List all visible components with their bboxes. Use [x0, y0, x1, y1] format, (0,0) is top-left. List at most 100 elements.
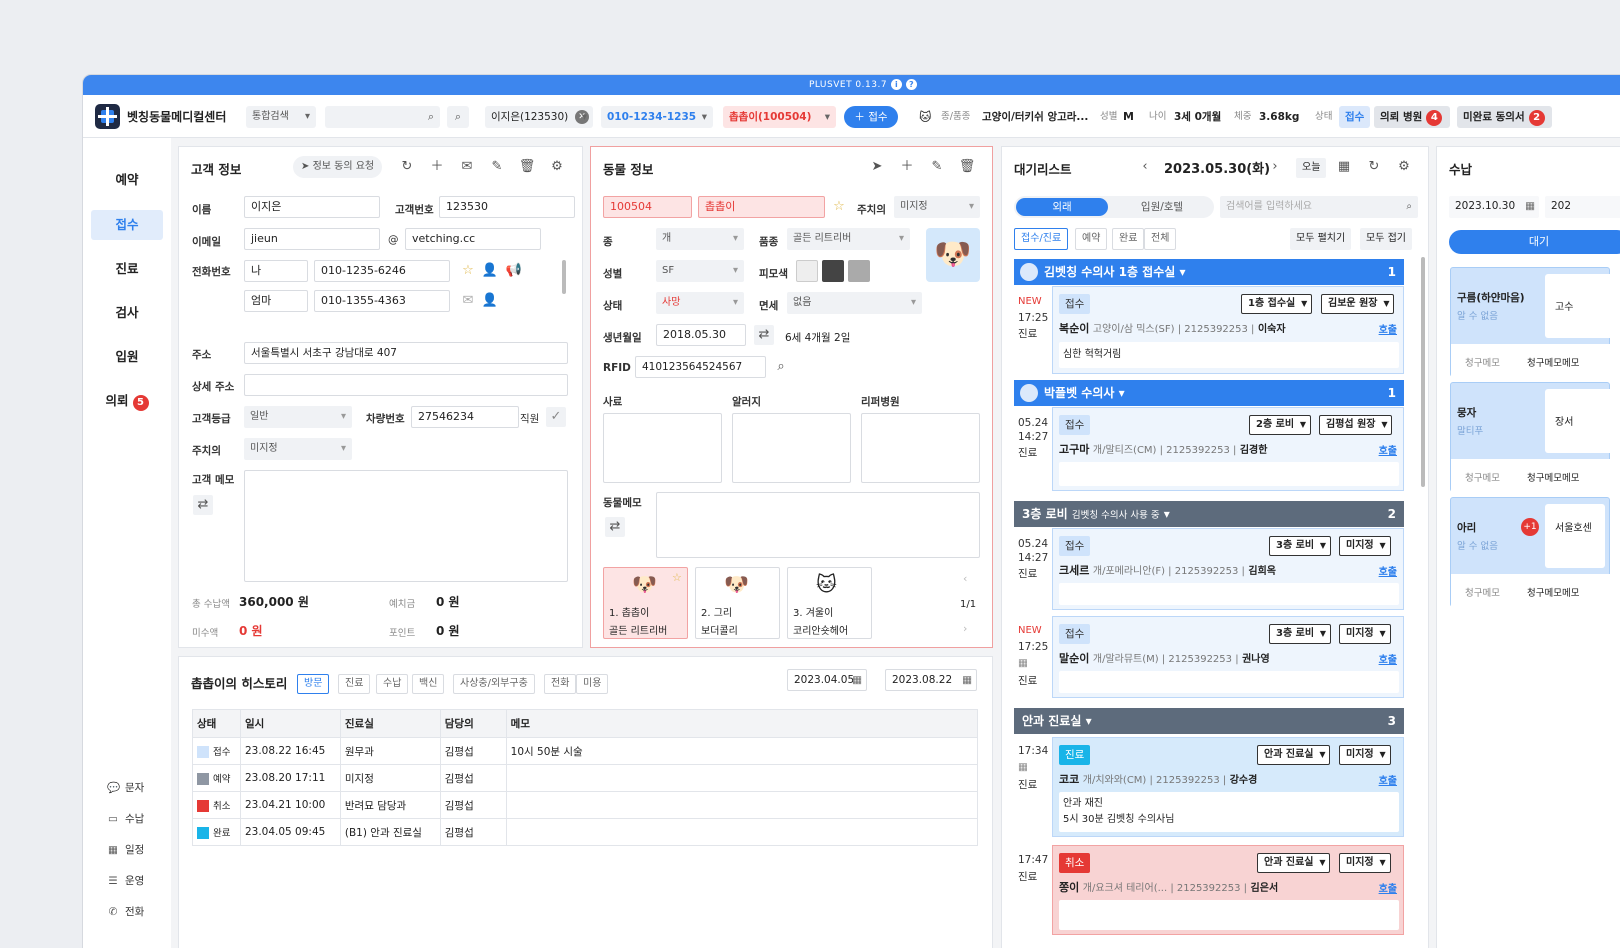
group-header[interactable]: 김벳칭 수의사 1층 접수실 ▾ 1: [1014, 259, 1404, 285]
call-link[interactable]: 호출: [1379, 880, 1397, 895]
waitlist-search-input[interactable]: 검색어를 입력하세요 ⌕: [1220, 196, 1418, 218]
delete-icon[interactable]: 🗑: [957, 157, 977, 177]
payment-date-field[interactable]: 2023.10.30 ▦: [1449, 196, 1539, 218]
table-row[interactable]: 취소 23.04.21 10:00 반려묘 담당과 김평섭: [192, 791, 979, 819]
pet-card[interactable]: 🐱 3. 겨울이 코리안숏헤어: [787, 567, 872, 639]
wait-card[interactable]: 접수 3층 로비 미지정 크세르 개/포메라니안(F) | 2125392253…: [1052, 528, 1404, 610]
room-select[interactable]: 안과 진료실: [1257, 853, 1331, 873]
help-icon[interactable]: ?: [906, 79, 918, 90]
refresh-icon[interactable]: ↻: [397, 157, 417, 177]
tab-outpatient[interactable]: 외래: [1016, 198, 1108, 216]
wait-card[interactable]: 접수 1층 접수실 김보운 원장 복순이 고양이/삼 믹스(SF) | 2125…: [1052, 286, 1404, 374]
refresh-icon[interactable]: ↻: [1364, 157, 1384, 177]
animal-memo-textarea[interactable]: [656, 492, 980, 558]
wait-card[interactable]: 진료 안과 진료실 미지정 코코 개/치와와(CM) | 2125392253 …: [1052, 737, 1404, 837]
expand-all-button[interactable]: 모두 펼치기: [1290, 228, 1352, 250]
table-row[interactable]: 접수 23.08.22 16:45 원무과 김평섭 10시 50분 시술: [192, 737, 979, 765]
delete-icon[interactable]: 🗑: [517, 157, 537, 177]
referrer-textarea[interactable]: [861, 413, 980, 483]
calendar-icon[interactable]: ▦: [852, 670, 862, 690]
address-field[interactable]: 서울특별시 서초구 강남대로 407: [244, 342, 568, 364]
send-icon[interactable]: ➤: [867, 157, 887, 177]
nav-referral[interactable]: 의뢰 5: [91, 386, 163, 416]
sex-select[interactable]: SF: [656, 260, 744, 282]
table-row[interactable]: 완료 23.04.05 09:45 (B1) 안과 진료실 김평섭: [192, 818, 979, 846]
call-link[interactable]: 호출: [1379, 772, 1397, 787]
doctor-select[interactable]: 김평섭 원장: [1319, 415, 1393, 435]
rfid-field[interactable]: 410123564524567: [635, 356, 766, 378]
search-icon[interactable]: ⌕: [771, 357, 791, 377]
nav-payment[interactable]: ▭ 수납: [107, 811, 144, 826]
calendar-icon[interactable]: ▦: [1525, 196, 1535, 216]
collapse-all-button[interactable]: 모두 접기: [1360, 228, 1412, 250]
wait-card[interactable]: 취소 안과 진료실 미지정 쫑이 개/요크셔 테리어(... | 2125392…: [1052, 845, 1404, 935]
chevron-right-icon[interactable]: ›: [963, 622, 967, 635]
payment-date2-field[interactable]: 202: [1545, 196, 1620, 218]
doctor-select[interactable]: 김보운 원장: [1321, 294, 1395, 314]
coat-color-light[interactable]: [796, 260, 818, 282]
nav-exam[interactable]: 검사: [91, 298, 163, 328]
search-scope-select[interactable]: 통합검색: [246, 106, 316, 128]
waitlist-scrollbar[interactable]: [1421, 257, 1425, 487]
nav-hospitalization[interactable]: 입원: [91, 342, 163, 372]
species-select[interactable]: 개: [656, 228, 744, 250]
coat-color-gray[interactable]: [848, 260, 870, 282]
payment-wait-tab[interactable]: 대기: [1449, 230, 1620, 254]
group-header[interactable]: 안과 진료실 ▾ 3: [1014, 708, 1404, 734]
wait-card[interactable]: 접수 3층 로비 미지정 말순이 개/말라뮤트(M) | 2125392253 …: [1052, 616, 1404, 698]
waitlist-filter[interactable]: 예약: [1075, 228, 1108, 250]
animal-id-field[interactable]: 100504: [603, 196, 692, 218]
phone1-relation[interactable]: 나: [244, 260, 308, 282]
allergy-textarea[interactable]: [732, 413, 851, 483]
pet-select[interactable]: 촙촙이(100504): [723, 106, 836, 128]
immune-select[interactable]: 없음: [787, 292, 922, 314]
grade-select[interactable]: 일반: [244, 406, 352, 428]
payment-card[interactable]: 아리 알 수 없음 +1 서울호센 청구메모 청구메모메모: [1450, 497, 1611, 607]
call-link[interactable]: 호출: [1379, 321, 1397, 336]
client-phone-select[interactable]: 010-1234-1235: [601, 106, 713, 128]
add-reception-button[interactable]: ＋ 접수: [844, 106, 898, 128]
name-field[interactable]: 이지은: [244, 196, 380, 218]
history-tab[interactable]: 진료: [338, 674, 371, 694]
star-icon[interactable]: ☆: [829, 197, 849, 217]
phone-scrollbar[interactable]: [562, 260, 566, 294]
advanced-search-icon[interactable]: ⌕: [447, 106, 469, 128]
swap-icon[interactable]: ⇄: [754, 325, 774, 345]
phone2-relation[interactable]: 엄마: [244, 290, 308, 312]
swap-icon[interactable]: ⇄: [605, 517, 625, 537]
nav-reception[interactable]: 접수: [91, 210, 163, 240]
table-row[interactable]: 예약 23.08.20 17:11 미지정 김평섭: [192, 764, 979, 792]
nav-phone[interactable]: ✆ 전화: [107, 904, 145, 919]
group-header[interactable]: 박플벳 수의사 ▾ 1: [1014, 380, 1404, 406]
birth-field[interactable]: 2018.05.30: [656, 324, 746, 346]
room-select[interactable]: 1층 접수실: [1241, 294, 1313, 314]
animal-name-field[interactable]: 촙촙이: [698, 196, 825, 218]
wait-card[interactable]: 접수 2층 로비 김평섭 원장 고구마 개/말티즈(CM) | 21253922…: [1052, 407, 1404, 491]
swap-icon[interactable]: ⇄: [193, 495, 213, 515]
from-date-field[interactable]: 2023.04.05 ▦: [787, 669, 867, 691]
tab-inpatient[interactable]: 입원/호텔: [1114, 198, 1210, 216]
payment-card[interactable]: 뭉자 말티푸 장서 청구메모 청구메모메모: [1450, 382, 1615, 492]
mail-off-icon[interactable]: ✉: [458, 291, 478, 311]
history-tab[interactable]: 방문: [297, 674, 330, 694]
chevron-right-icon[interactable]: ›: [1265, 157, 1285, 177]
chevron-left-icon[interactable]: ‹: [963, 572, 967, 585]
doctor-select[interactable]: 미지정: [1339, 853, 1391, 873]
waitlist-filter[interactable]: 접수/진료: [1014, 228, 1069, 250]
pet-card[interactable]: 🐶 ☆ 1. 촙촙이 골든 리트리버: [603, 567, 688, 639]
to-date-field[interactable]: 2023.08.22 ▦: [885, 669, 977, 691]
settings-icon[interactable]: ⚙: [547, 157, 567, 177]
doctor-select[interactable]: 미지정: [1339, 536, 1391, 556]
phone1-field[interactable]: 010-1235-6246: [314, 260, 450, 282]
room-select[interactable]: 3층 로비: [1269, 624, 1332, 644]
call-link[interactable]: 호출: [1379, 442, 1397, 457]
info-icon[interactable]: i: [891, 79, 903, 90]
address-detail-field[interactable]: [244, 374, 568, 396]
nav-schedule[interactable]: ▦ 일정: [107, 842, 144, 857]
search-icon[interactable]: ⌕: [1406, 196, 1412, 218]
cust-no-field[interactable]: 123530: [439, 196, 575, 218]
feed-textarea[interactable]: [603, 413, 722, 483]
email-domain-field[interactable]: vetching.cc: [405, 228, 541, 250]
edit-icon[interactable]: ✎: [927, 157, 947, 177]
staff-check-icon[interactable]: ✓: [546, 407, 566, 427]
